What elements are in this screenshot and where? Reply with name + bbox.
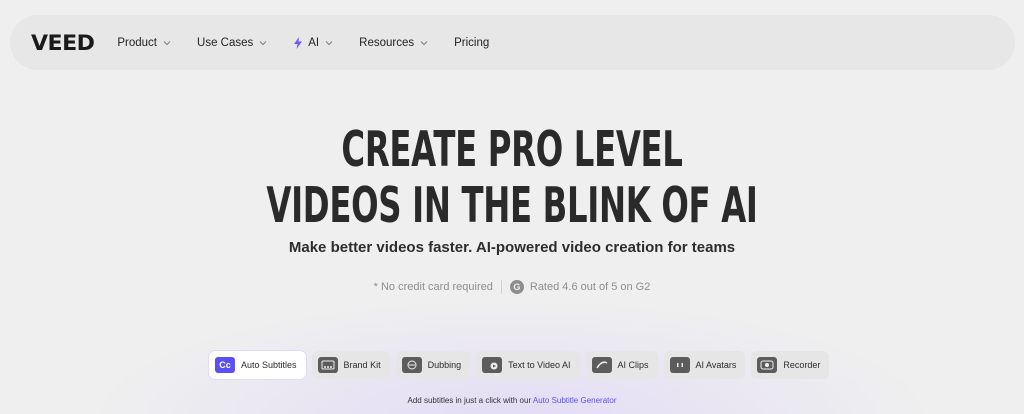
tab-label: Dubbing <box>427 360 462 370</box>
recorder-icon <box>757 357 778 373</box>
no-credit-card-note: * No credit card required <box>373 281 493 293</box>
chevron-down-icon <box>259 40 267 45</box>
g2-icon: G <box>509 280 524 294</box>
veed-logo[interactable]: VEED <box>31 31 95 55</box>
nav-item-label: AI <box>308 36 320 49</box>
nav-item-label: Product <box>117 36 158 49</box>
dubbing-icon <box>401 357 422 373</box>
ai-clips-icon <box>591 357 612 373</box>
auto-subtitle-generator-link[interactable]: Auto Subtitle Generator <box>533 396 617 405</box>
g2-rating[interactable]: Rated 4.6 out of 5 on G2 <box>530 281 650 293</box>
tab-dubbing[interactable]: Dubbing <box>395 351 471 379</box>
chevron-down-icon <box>163 40 171 45</box>
nav-item-label: Use Cases <box>197 36 254 49</box>
hero-title: CREATE PRO LEVEL VIDEOS IN THE BLINK OF … <box>0 122 1024 234</box>
tab-brand-kit[interactable]: Brand Kit <box>311 351 390 379</box>
captions-icon: Cc <box>215 357 235 373</box>
nav-item-use-cases[interactable]: Use Cases <box>197 37 268 49</box>
nav-item-pricing[interactable]: Pricing <box>454 37 489 49</box>
tab-label: Brand Kit <box>343 360 381 370</box>
ai-avatars-icon <box>669 357 690 373</box>
hero-title-line-1: CREATE PRO LEVEL <box>341 121 683 178</box>
nav-item-ai[interactable]: AI <box>293 36 334 49</box>
chevron-down-icon <box>420 40 428 45</box>
nav-item-label: Resources <box>359 36 415 49</box>
text-to-video-icon <box>482 357 503 373</box>
hero-title-line-2: VIDEOS IN THE BLINK OF AI <box>266 177 758 234</box>
tab-text-to-video[interactable]: Text to Video AI <box>476 351 580 379</box>
lightning-icon <box>294 36 303 49</box>
tab-label: Auto Subtitles <box>241 360 297 370</box>
nav-item-label: Pricing <box>454 36 490 49</box>
tab-label: AI Clips <box>617 360 649 370</box>
nav-item-resources[interactable]: Resources <box>359 37 429 49</box>
trust-row: * No credit card required G Rated 4.6 ou… <box>0 280 1024 294</box>
tab-ai-clips[interactable]: AI Clips <box>585 351 658 379</box>
tab-ai-avatars[interactable]: AI Avatars <box>663 351 746 379</box>
tab-label: Text to Video AI <box>508 360 571 370</box>
divider <box>500 280 502 294</box>
tab-recorder[interactable]: Recorder <box>751 351 830 379</box>
nav-item-product[interactable]: Product <box>117 37 172 49</box>
tab-auto-subtitles[interactable]: Cc Auto Subtitles <box>209 351 306 379</box>
page: VEED Product Use Cases AI Resources Pric… <box>0 0 1024 414</box>
hero-subtitle: Make better videos faster. AI-powered vi… <box>288 239 736 256</box>
tab-caption: Add subtitles in just a click with our A… <box>0 396 1024 405</box>
brand-kit-icon <box>317 357 338 373</box>
feature-tabs: Cc Auto Subtitles Brand Kit Dubbing Text… <box>209 351 830 379</box>
tab-label: Recorder <box>783 360 821 370</box>
caption-text: Add subtitles in just a click with our <box>407 396 532 405</box>
chevron-down-icon <box>325 40 333 45</box>
tab-label: AI Avatars <box>695 360 737 370</box>
top-nav: VEED Product Use Cases AI Resources Pric… <box>10 15 1015 70</box>
